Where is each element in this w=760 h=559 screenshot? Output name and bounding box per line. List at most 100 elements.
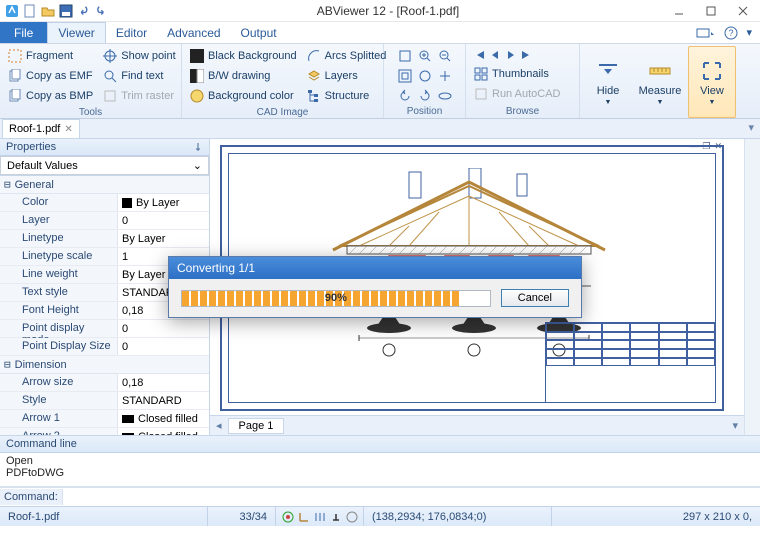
rotate-right-icon[interactable] <box>416 87 434 105</box>
document-tab[interactable]: Roof-1.pdf ✕ <box>2 119 80 138</box>
minimize-button[interactable] <box>666 2 692 20</box>
page-overflow-icon[interactable]: ▾ <box>732 419 738 432</box>
thumbnails-icon <box>474 67 488 81</box>
trim-raster-button: Trim raster <box>99 86 179 106</box>
nav-prev-icon[interactable] <box>488 48 502 62</box>
tab-advanced[interactable]: Advanced <box>157 22 230 43</box>
search-icon <box>103 69 117 83</box>
prop-color[interactable]: By Layer <box>118 194 209 211</box>
grid-icon[interactable] <box>314 511 326 523</box>
orbit-icon[interactable] <box>436 87 454 105</box>
redo-icon[interactable] <box>94 3 110 19</box>
page-tab[interactable]: Page 1 <box>228 418 285 434</box>
fragment-icon <box>8 49 22 63</box>
prop-linetype[interactable]: By Layer <box>118 230 209 247</box>
rotate-left-icon[interactable] <box>396 87 414 105</box>
fragment-button[interactable]: Fragment <box>4 46 97 66</box>
pin-icon[interactable] <box>193 142 203 152</box>
thumbnails-button[interactable]: Thumbnails <box>470 64 564 84</box>
document-tabs: Roof-1.pdf ✕ ▾ <box>0 119 760 139</box>
undo-icon[interactable] <box>76 3 92 19</box>
show-point-button[interactable]: Show point <box>99 46 179 66</box>
tab-editor[interactable]: Editor <box>106 22 157 43</box>
options-dropdown-icon[interactable] <box>696 26 716 40</box>
page-prev-icon[interactable]: ◂ <box>216 419 222 432</box>
app-icon <box>4 3 20 19</box>
copy-emf-button[interactable]: Copy as EMF <box>4 66 97 86</box>
status-counter: 33/34 <box>208 507 276 526</box>
cancel-button[interactable]: Cancel <box>501 289 569 307</box>
view-button[interactable]: View ▼ <box>688 46 736 118</box>
arcs-splitted-button[interactable]: Arcs Splitted <box>303 46 391 66</box>
tab-output[interactable]: Output <box>231 22 287 43</box>
position-grid <box>396 47 454 105</box>
nav-next-icon[interactable] <box>504 48 518 62</box>
title-bar: ABViewer 12 - [Roof-1.pdf] <box>0 0 760 22</box>
group-label-cad-image: CAD Image <box>186 106 379 119</box>
background-color-button[interactable]: Background color <box>186 86 301 106</box>
bw-drawing-button[interactable]: B/W drawing <box>186 66 301 86</box>
close-button[interactable] <box>730 2 756 20</box>
open-icon[interactable] <box>40 3 56 19</box>
save-icon[interactable] <box>58 3 74 19</box>
measure-button[interactable]: Measure ▼ <box>636 46 684 118</box>
chevron-down-icon: ▼ <box>605 99 612 106</box>
section-dimension[interactable]: ⊟Dimension <box>0 356 209 374</box>
copy-bmp-button[interactable]: Copy as BMP <box>4 86 97 106</box>
command-area: Command line Open PDFtoDWG Command: <box>0 435 760 506</box>
copy-icon <box>8 69 22 83</box>
command-input[interactable] <box>63 488 760 506</box>
snap-icon[interactable] <box>282 511 294 523</box>
close-icon[interactable]: ✕ <box>64 124 72 135</box>
maximize-button[interactable] <box>698 2 724 20</box>
perp-icon[interactable] <box>330 511 342 523</box>
group-label-browse: Browse <box>470 105 575 118</box>
new-icon[interactable] <box>22 3 38 19</box>
chevron-down-icon: ▼ <box>709 99 716 106</box>
arc-icon <box>307 49 321 63</box>
bw-icon <box>190 69 204 83</box>
tabs-overflow-icon[interactable]: ▾ <box>742 119 760 138</box>
chevron-down-icon[interactable]: ▾ <box>746 26 752 39</box>
pan-icon[interactable] <box>436 67 454 85</box>
ribbon-tabs: File Viewer Editor Advanced Output ? ▾ <box>0 22 760 44</box>
lock-icon[interactable] <box>346 511 358 523</box>
prop-arrow1[interactable]: Closed filled <box>118 410 209 427</box>
zoom-prev-icon[interactable] <box>416 67 434 85</box>
help-icon[interactable]: ? <box>724 26 738 40</box>
hide-icon <box>596 59 620 83</box>
black-background-button[interactable]: Black Background <box>186 46 301 66</box>
prop-arrow2[interactable]: Closed filled <box>118 428 209 435</box>
converting-dialog: Converting 1/1 90% Cancel <box>168 256 582 318</box>
nav-first-icon[interactable] <box>472 48 486 62</box>
find-text-button[interactable]: Find text <box>99 66 179 86</box>
layers-button[interactable]: Layers <box>303 66 391 86</box>
ortho-icon[interactable] <box>298 511 310 523</box>
prop-style[interactable]: STANDARD <box>118 392 209 409</box>
command-log: Open PDFtoDWG <box>0 453 760 487</box>
section-general[interactable]: ⊟General <box>0 176 209 194</box>
svg-text:?: ? <box>729 28 734 38</box>
prop-point-display-size[interactable]: 0 <box>118 338 209 355</box>
ruler-icon <box>648 59 672 83</box>
zoom-window-icon[interactable] <box>396 47 414 65</box>
structure-button[interactable]: Structure <box>303 86 391 106</box>
prop-layer[interactable]: 0 <box>118 212 209 229</box>
status-coords: (138,2934; 176,0834;0) <box>364 507 552 526</box>
tab-viewer[interactable]: Viewer <box>47 22 105 43</box>
vertical-scrollbar[interactable] <box>744 139 760 435</box>
zoom-in-icon[interactable] <box>416 47 434 65</box>
fit-icon[interactable] <box>396 67 414 85</box>
run-autocad-button: Run AutoCAD <box>470 84 564 104</box>
crosshair-icon <box>103 49 117 63</box>
default-values-select[interactable]: Default Values ⌄ <box>0 156 209 175</box>
status-file: Roof-1.pdf <box>0 507 208 526</box>
autocad-icon <box>474 87 488 101</box>
tab-file[interactable]: File <box>0 22 47 43</box>
chevron-down-icon: ▼ <box>657 99 664 106</box>
nav-last-icon[interactable] <box>520 48 534 62</box>
hide-button[interactable]: Hide ▼ <box>584 46 632 118</box>
zoom-out-icon[interactable] <box>436 47 454 65</box>
prop-point-display-mode[interactable]: 0 <box>118 320 209 337</box>
prop-arrow-size[interactable]: 0,18 <box>118 374 209 391</box>
